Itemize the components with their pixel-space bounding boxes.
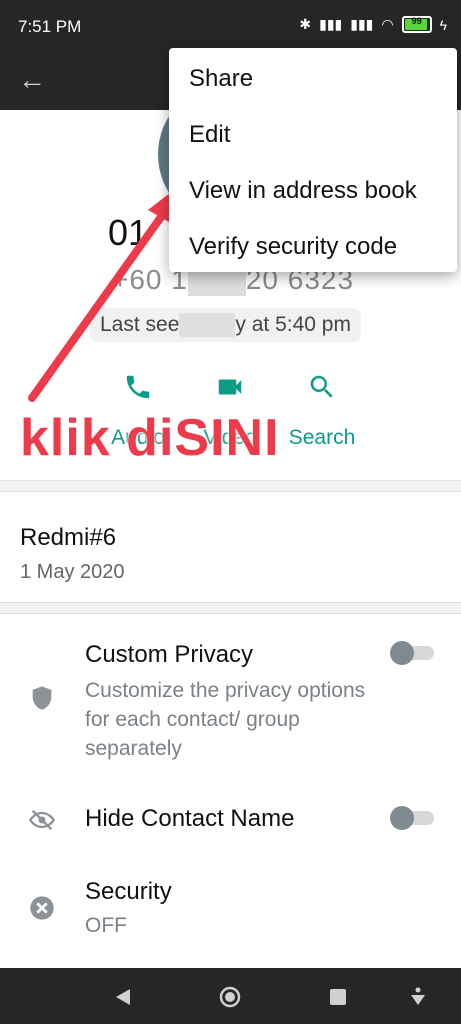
- phone-icon: [126, 375, 150, 399]
- video-icon: [218, 379, 242, 395]
- hide-contact-name-toggle[interactable]: [390, 806, 434, 830]
- bluetooth-icon: ✱: [299, 16, 312, 32]
- menu-item-verify-security-code[interactable]: Verify security code: [189, 233, 397, 261]
- section-divider: [0, 480, 461, 492]
- menu-item-view-in-address-book[interactable]: View in address book: [189, 177, 417, 205]
- battery-icon: 99: [401, 16, 432, 33]
- charging-icon: ϟ: [439, 16, 447, 33]
- menu-item-share[interactable]: Share: [189, 65, 253, 93]
- status-icons: ✱ ▮▮▮ ▮▮▮ ◠ 99 ϟ: [299, 16, 447, 33]
- search-button[interactable]: Search: [272, 372, 372, 450]
- shield-icon: [28, 684, 56, 712]
- nav-recents-icon[interactable]: [323, 982, 353, 1012]
- signal-icon: ▮▮▮: [319, 16, 343, 32]
- section-divider-2: [0, 602, 461, 614]
- annotation-text: klik diSINI: [20, 409, 280, 467]
- eye-off-icon: [28, 806, 56, 834]
- hide-contact-name-title: Hide Contact Name: [85, 805, 295, 832]
- custom-privacy-toggle[interactable]: [390, 641, 434, 665]
- back-arrow-icon[interactable]: ←: [18, 64, 50, 96]
- contact-name: 01: [108, 212, 149, 253]
- custom-privacy-title: Custom Privacy: [85, 641, 254, 668]
- device-title: Redmi#6: [20, 524, 117, 551]
- search-label: Search: [288, 426, 356, 449]
- menu-item-edit[interactable]: Edit: [189, 121, 230, 149]
- security-title[interactable]: Security: [85, 878, 172, 906]
- last-seen-part-2: y at 5:40 pm: [235, 313, 351, 336]
- security-value: OFF: [85, 914, 127, 937]
- search-icon: [310, 375, 333, 398]
- signal-icon-2: ▮▮▮: [350, 16, 374, 32]
- overflow-menu: Share Edit View in address book Verify s…: [169, 48, 457, 272]
- status-time: 7:51 PM: [18, 17, 82, 36]
- nav-home-icon[interactable]: [215, 982, 245, 1012]
- nav-menu-icon[interactable]: [403, 982, 433, 1012]
- last-seen-part-1: Last see: [100, 313, 180, 336]
- wifi-icon: ◠: [381, 16, 394, 32]
- last-seen: Last see y at 5:40 pm: [90, 308, 361, 342]
- nav-back-icon[interactable]: [108, 982, 138, 1012]
- device-date: 1 May 2020: [20, 561, 125, 583]
- x-circle-icon: [28, 894, 56, 922]
- custom-privacy-desc: Customize the privacy options for each c…: [85, 679, 366, 760]
- battery-level: 99: [411, 16, 422, 26]
